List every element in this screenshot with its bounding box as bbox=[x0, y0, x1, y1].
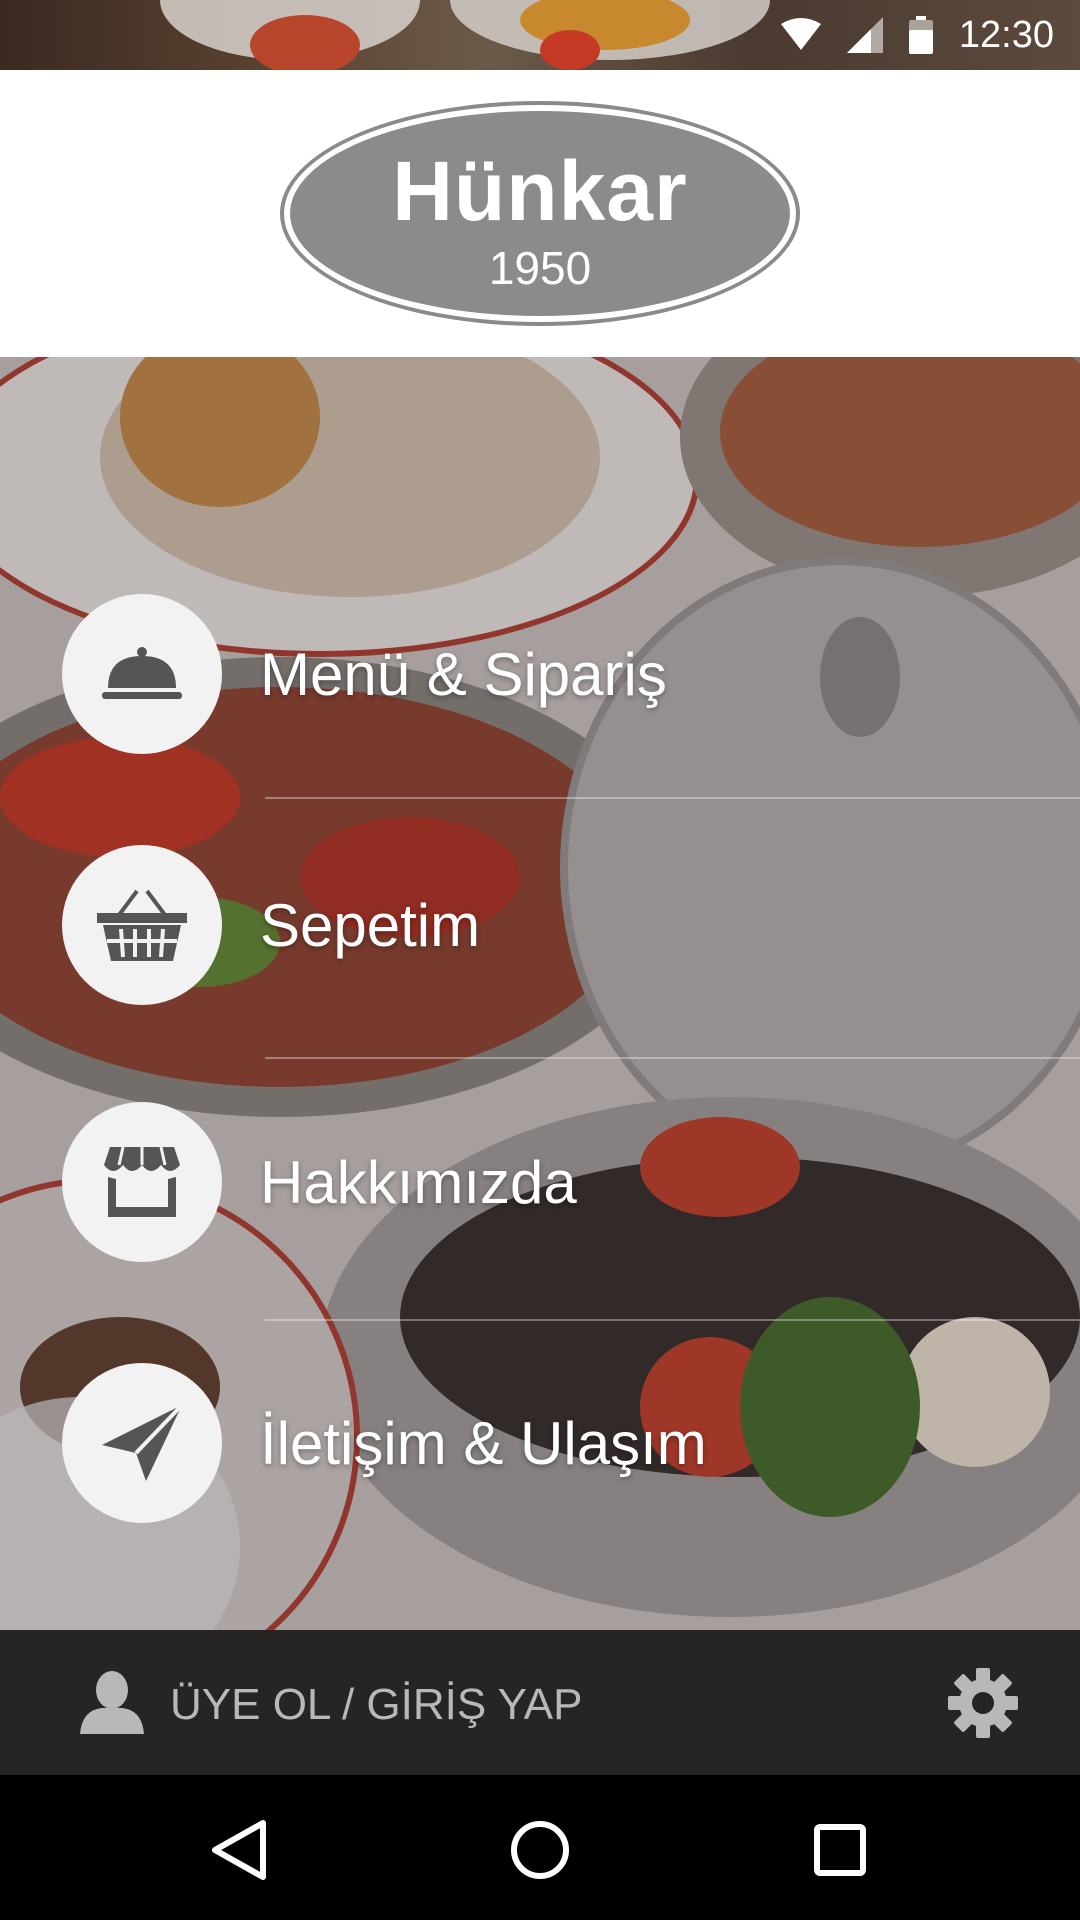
menu-label-about: Hakkımızda bbox=[260, 1148, 577, 1216]
logo-name: Hünkar bbox=[392, 144, 688, 238]
food-background: Menü & Sipariş Sepetim Hakkımızda İletiş… bbox=[0, 357, 1080, 1630]
login-label: ÜYE OL / GİRİŞ YAP bbox=[170, 1679, 583, 1729]
menu-item-basket[interactable]: Sepetim bbox=[0, 845, 1080, 1005]
menu-label-basket: Sepetim bbox=[260, 891, 481, 959]
menu-divider bbox=[265, 1057, 1080, 1059]
system-nav-bar bbox=[0, 1775, 1080, 1920]
login-bar: ÜYE OL / GİRİŞ YAP bbox=[0, 1630, 1080, 1775]
menu-label-contact: İletişim & Ulaşım bbox=[260, 1409, 707, 1477]
logo-year: 1950 bbox=[488, 242, 592, 294]
signal-icon bbox=[846, 17, 883, 53]
gear-icon[interactable] bbox=[948, 1668, 1018, 1743]
login-button[interactable]: ÜYE OL / GİRİŞ YAP bbox=[80, 1670, 582, 1739]
menu-item-about[interactable]: Hakkımızda bbox=[0, 1102, 1080, 1262]
battery-icon bbox=[908, 16, 933, 54]
menu-label-order: Menü & Sipariş bbox=[260, 640, 667, 708]
store-icon bbox=[62, 1102, 222, 1262]
back-icon[interactable] bbox=[205, 1815, 275, 1885]
cloche-icon bbox=[62, 594, 222, 754]
status-bar: 12:30 bbox=[0, 0, 1080, 70]
menu-divider bbox=[265, 1319, 1080, 1321]
basket-icon bbox=[62, 845, 222, 1005]
status-time: 12:30 bbox=[958, 13, 1054, 56]
app-header: Hünkar 1950 bbox=[0, 70, 1080, 357]
wifi-icon bbox=[780, 18, 821, 52]
menu-divider bbox=[265, 797, 1080, 799]
paper-plane-icon bbox=[62, 1363, 222, 1523]
menu-item-order[interactable]: Menü & Sipariş bbox=[0, 594, 1080, 754]
recents-icon[interactable] bbox=[805, 1815, 875, 1885]
menu-item-contact[interactable]: İletişim & Ulaşım bbox=[0, 1363, 1080, 1523]
status-icons: 12:30 bbox=[780, 0, 1054, 70]
user-icon bbox=[80, 1670, 144, 1739]
home-icon[interactable] bbox=[505, 1815, 575, 1885]
brand-logo: Hünkar 1950 bbox=[280, 101, 800, 326]
